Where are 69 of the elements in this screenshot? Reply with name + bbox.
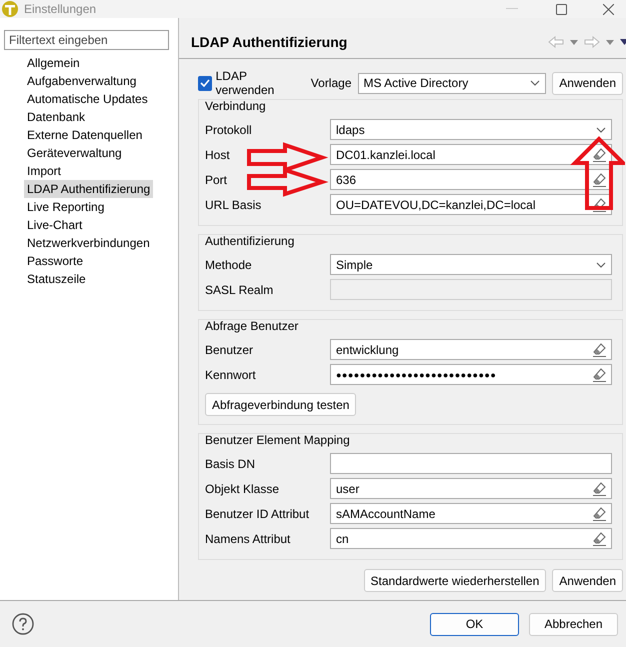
page-button[interactable]: Standardwerte wiederherstellen bbox=[364, 569, 546, 592]
eraser-icon[interactable] bbox=[593, 368, 606, 382]
sidebar-item[interactable]: Aufgabenverwaltung bbox=[24, 72, 140, 90]
sidebar-item[interactable]: Import bbox=[24, 162, 64, 180]
caret-icon[interactable] bbox=[606, 40, 614, 44]
close-icon[interactable] bbox=[603, 4, 614, 14]
page-title: LDAP Authentifizierung bbox=[191, 34, 348, 50]
text-field[interactable]: cn bbox=[330, 528, 612, 549]
sidebar-item[interactable]: Externe Datenquellen bbox=[24, 126, 146, 144]
text-field[interactable] bbox=[330, 453, 612, 474]
eraser-icon[interactable] bbox=[593, 506, 606, 520]
text-field[interactable]: user bbox=[330, 478, 612, 499]
sidebar-item[interactable]: Statuszeile bbox=[24, 270, 89, 288]
text-field[interactable]: sAMAccountName bbox=[330, 503, 612, 524]
field-label: Methode bbox=[205, 258, 253, 272]
ldap-checkbox[interactable] bbox=[198, 76, 212, 90]
sidebar-item[interactable]: Live-Chart bbox=[24, 216, 86, 234]
test-connection-button[interactable]: Abfrageverbindung testen bbox=[205, 393, 356, 416]
page-button[interactable]: Anwenden bbox=[552, 569, 623, 592]
group-title: Benutzer Element Mapping bbox=[205, 433, 351, 447]
field-label: Benutzer bbox=[205, 342, 254, 356]
sidebar-item[interactable]: Netzwerkverbindungen bbox=[24, 234, 153, 252]
template-dropdown[interactable]: MS Active Directory bbox=[358, 72, 546, 94]
field-label: SASL Realm bbox=[205, 282, 274, 296]
sidebar-item[interactable]: Automatische Updates bbox=[24, 90, 151, 108]
eraser-icon[interactable] bbox=[593, 532, 606, 546]
text-field[interactable]: OU=DATEVOU,DC=kanzlei,DC=local bbox=[330, 194, 612, 215]
field-label: Kennwort bbox=[205, 368, 257, 382]
field-label: Protokoll bbox=[205, 122, 253, 136]
sidebar-item[interactable]: Allgemein bbox=[24, 54, 83, 72]
eraser-icon[interactable] bbox=[593, 172, 606, 186]
sidebar-item[interactable]: Datenbank bbox=[24, 108, 88, 126]
text-field[interactable]: entwicklung bbox=[330, 339, 612, 360]
sidebar-item[interactable]: Passworte bbox=[24, 252, 86, 270]
maximize-icon[interactable] bbox=[556, 4, 567, 14]
text-field[interactable]: 636 bbox=[330, 169, 612, 190]
caret-icon[interactable] bbox=[570, 40, 578, 44]
field-label: Namens Attribut bbox=[205, 532, 292, 546]
text-field[interactable]: DC01.kanzlei.local bbox=[330, 144, 612, 165]
filter-field[interactable]: Filtertext eingeben bbox=[4, 30, 169, 50]
field-label: Host bbox=[205, 148, 231, 162]
eraser-icon[interactable] bbox=[593, 482, 606, 496]
text-field[interactable]: ●●●●●●●●●●●●●●●●●●●●●●●●●●● bbox=[330, 364, 612, 385]
dropdown[interactable]: Simple bbox=[330, 254, 612, 275]
field-label: Basis DN bbox=[205, 456, 256, 470]
dialog-button[interactable]: OK bbox=[430, 612, 519, 636]
checkbox-label: LDAP verwenden bbox=[216, 69, 276, 97]
sidebar-item[interactable]: Live Reporting bbox=[24, 198, 108, 216]
field-label: Port bbox=[205, 172, 228, 186]
chevron-icon bbox=[596, 126, 606, 132]
template-label: Vorlage bbox=[310, 76, 352, 90]
chevron-icon bbox=[530, 80, 540, 86]
help-icon[interactable] bbox=[12, 613, 34, 635]
group-title: Authentifizierung bbox=[205, 234, 296, 248]
chevron-icon bbox=[596, 262, 606, 268]
dialog-button[interactable]: Abbrechen bbox=[529, 612, 618, 636]
window-title: Einstellungen bbox=[24, 2, 96, 16]
sidebar-item[interactable]: Geräteverwaltung bbox=[24, 144, 125, 162]
field-label: Benutzer ID Attribut bbox=[205, 506, 310, 520]
group-title: Abfrage Benutzer bbox=[205, 319, 300, 333]
field-label: Objekt Klasse bbox=[205, 482, 280, 496]
eraser-icon[interactable] bbox=[593, 148, 606, 162]
group-title: Verbindung bbox=[205, 99, 267, 113]
dropdown[interactable]: ldaps bbox=[330, 119, 612, 140]
eraser-icon[interactable] bbox=[593, 342, 606, 356]
eraser-icon[interactable] bbox=[593, 198, 606, 212]
field-label: URL Basis bbox=[205, 198, 262, 212]
apply-template-button[interactable]: Anwenden bbox=[552, 72, 623, 94]
sidebar-item[interactable]: LDAP Authentifizierung bbox=[24, 180, 154, 198]
